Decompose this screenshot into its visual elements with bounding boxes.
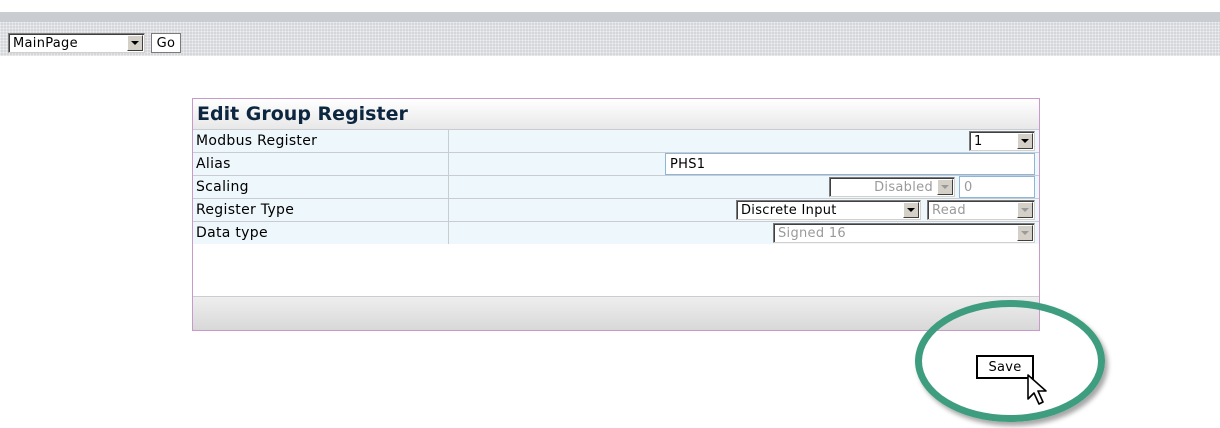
register-type-value: Discrete Input [741, 202, 837, 218]
mouse-pointer-icon [1027, 374, 1047, 405]
row-scaling: Scaling Disabled 0 [193, 175, 1039, 198]
edit-group-register-panel: Edit Group Register Modbus Register 1 Al… [192, 98, 1040, 331]
chevron-down-icon [937, 179, 953, 195]
row-data-type: Data type Signed 16 [193, 221, 1039, 244]
go-button[interactable]: Go [151, 33, 181, 53]
alias-input[interactable]: PHS1 [665, 153, 1035, 175]
page-select-value: MainPage [13, 35, 78, 51]
panel-footer [193, 296, 1039, 330]
chevron-down-icon [1017, 202, 1033, 218]
scaling-mode-value: Disabled [874, 179, 933, 195]
chevron-down-icon[interactable] [127, 35, 143, 51]
data-type-label: Data type [193, 222, 449, 244]
modbus-register-label: Modbus Register [193, 130, 449, 152]
scaling-mode-select: Disabled [829, 177, 955, 197]
alias-label: Alias [193, 153, 449, 175]
chevron-down-icon[interactable] [903, 202, 919, 218]
chevron-down-icon [1017, 225, 1033, 241]
scaling-label: Scaling [193, 176, 449, 198]
register-type-label: Register Type [193, 199, 449, 221]
scaling-factor-input: 0 [959, 176, 1035, 198]
modbus-register-select[interactable]: 1 [969, 131, 1035, 151]
row-modbus-register: Modbus Register 1 [193, 129, 1039, 152]
panel-title: Edit Group Register [193, 99, 1039, 129]
row-register-type: Register Type Discrete Input Read [193, 198, 1039, 221]
page-select[interactable]: MainPage [8, 33, 145, 53]
modbus-register-value: 1 [974, 133, 983, 149]
register-type-select[interactable]: Discrete Input [736, 200, 921, 220]
data-type-value: Signed 16 [778, 225, 846, 241]
register-access-value: Read [932, 202, 966, 218]
row-alias: Alias PHS1 [193, 152, 1039, 175]
top-nav-bar [0, 12, 1220, 56]
register-access-select: Read [927, 200, 1035, 220]
chevron-down-icon[interactable] [1017, 133, 1033, 149]
data-type-select: Signed 16 [773, 223, 1035, 243]
